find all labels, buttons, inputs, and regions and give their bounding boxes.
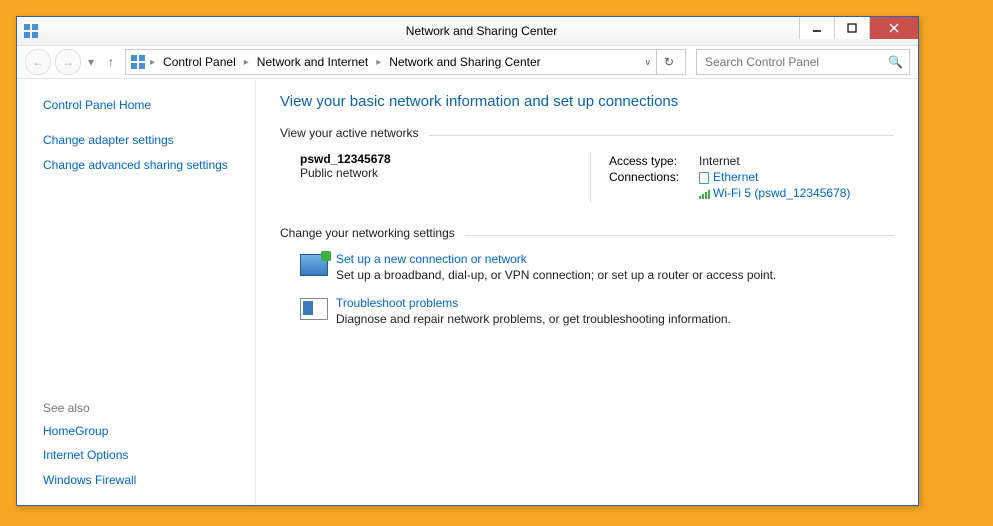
close-button[interactable] (869, 17, 918, 39)
breadcrumb[interactable]: ▸ Control Panel ▸ Network and Internet ▸… (125, 49, 686, 75)
access-type-label: Access type: (609, 154, 699, 168)
window: Network and Sharing Center ← → ▾ ↑ ▸ Con… (16, 16, 919, 506)
troubleshoot-item: Troubleshoot problems Diagnose and repai… (280, 296, 894, 326)
setup-connection-item: Set up a new connection or network Set u… (280, 252, 894, 282)
troubleshoot-icon (300, 298, 328, 320)
wifi-signal-icon (699, 189, 710, 199)
search-box[interactable]: 🔍 (696, 49, 910, 75)
refresh-button[interactable]: ↻ (656, 50, 681, 74)
breadcrumb-item[interactable]: Network and Sharing Center (385, 55, 544, 69)
sidebar-link-firewall[interactable]: Windows Firewall (43, 472, 243, 489)
maximize-button[interactable] (834, 17, 869, 39)
window-title: Network and Sharing Center (45, 24, 918, 38)
minimize-button[interactable] (799, 17, 834, 39)
setup-connection-link[interactable]: Set up a new connection or network (336, 252, 527, 266)
network-name-block: pswd_12345678 Public network (280, 152, 590, 202)
chevron-right-icon: ▸ (150, 57, 155, 68)
navbar: ← → ▾ ↑ ▸ Control Panel ▸ Network and In… (17, 46, 918, 79)
search-input[interactable] (703, 54, 888, 70)
active-networks-label: View your active networks (280, 126, 419, 140)
history-dropdown[interactable]: ▾ (85, 55, 97, 69)
titlebar-buttons (799, 17, 918, 39)
breadcrumb-dropdown[interactable]: v (642, 57, 655, 67)
breadcrumb-icon (130, 54, 146, 70)
ethernet-link[interactable]: Ethernet (713, 170, 758, 184)
back-button[interactable]: ← (25, 49, 51, 75)
search-icon[interactable]: 🔍 (888, 55, 903, 69)
troubleshoot-desc: Diagnose and repair network problems, or… (336, 312, 731, 326)
network-details: Access type: Internet Connections: Ether… (590, 152, 894, 202)
ethernet-icon (699, 172, 709, 184)
sidebar: Control Panel Home Change adapter settin… (17, 79, 255, 505)
breadcrumb-item[interactable]: Network and Internet (253, 55, 372, 69)
chevron-right-icon: ▸ (376, 57, 381, 68)
active-network-row: pswd_12345678 Public network Access type… (280, 152, 894, 202)
see-also-label: See also (43, 401, 243, 415)
divider (429, 135, 894, 136)
page-heading: View your basic network information and … (280, 93, 894, 110)
network-type: Public network (300, 166, 590, 180)
chevron-right-icon: ▸ (244, 57, 249, 68)
up-button[interactable]: ↑ (101, 55, 121, 69)
divider (465, 235, 894, 236)
control-panel-home-link[interactable]: Control Panel Home (43, 97, 243, 114)
main-content: View your basic network information and … (255, 79, 918, 505)
wifi-link[interactable]: Wi-Fi 5 (pswd_12345678) (713, 186, 850, 200)
setup-connection-icon (300, 254, 328, 276)
troubleshoot-link[interactable]: Troubleshoot problems (336, 296, 458, 310)
sidebar-link-homegroup[interactable]: HomeGroup (43, 423, 243, 440)
sidebar-link-sharing[interactable]: Change advanced sharing settings (43, 157, 243, 174)
access-type-value: Internet (699, 154, 740, 168)
breadcrumb-item[interactable]: Control Panel (159, 55, 240, 69)
sidebar-link-adapter[interactable]: Change adapter settings (43, 132, 243, 149)
sidebar-link-internet-options[interactable]: Internet Options (43, 447, 243, 464)
network-name: pswd_12345678 (300, 152, 590, 166)
app-icon (23, 23, 39, 39)
titlebar: Network and Sharing Center (17, 17, 918, 46)
change-settings-label: Change your networking settings (280, 226, 455, 240)
forward-button[interactable]: → (55, 49, 81, 75)
connections-label: Connections: (609, 170, 699, 184)
setup-connection-desc: Set up a broadband, dial-up, or VPN conn… (336, 268, 776, 282)
body: Control Panel Home Change adapter settin… (17, 79, 918, 505)
